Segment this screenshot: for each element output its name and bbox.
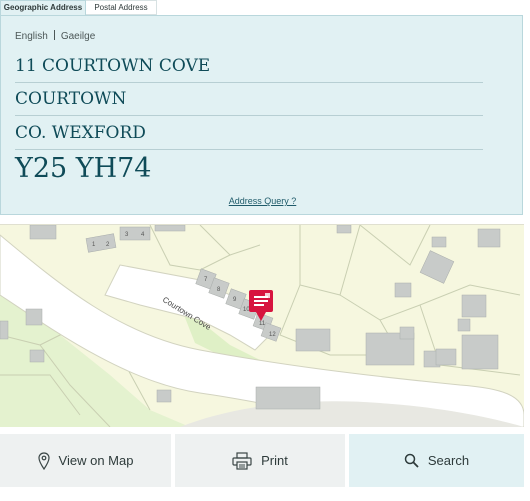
tab-geographic-address[interactable]: Geographic Address	[0, 0, 86, 15]
address-tabs: Geographic Address Postal Address	[0, 0, 530, 15]
map-canvas: 1 2 3 4 7 8 9 10 11 12 Courtown Cove	[0, 225, 524, 427]
map-pin-icon	[37, 451, 50, 470]
view-on-map-button[interactable]: View on Map	[0, 434, 171, 487]
print-label: Print	[261, 453, 288, 468]
view-on-map-label: View on Map	[58, 453, 134, 468]
building-number: 12	[269, 332, 276, 338]
print-button[interactable]: Print	[175, 434, 345, 487]
building-number: 11	[259, 321, 266, 327]
printer-icon	[232, 451, 252, 470]
address-line-2: COURTOWN	[15, 83, 483, 116]
language-divider	[53, 30, 55, 40]
language-english[interactable]: English	[15, 31, 48, 42]
eircode: Y25 YH74	[15, 153, 152, 184]
language-irish[interactable]: Gaeilge	[61, 31, 95, 42]
address-panel: English Gaeilge 11 COURTOWN COVE COURTOWN…	[0, 15, 523, 215]
search-icon	[404, 453, 419, 468]
address-line-3: CO. WEXFORD	[15, 117, 483, 150]
search-button[interactable]: Search	[349, 434, 524, 487]
search-label: Search	[427, 453, 470, 468]
map-view[interactable]: 1 2 3 4 7 8 9 10 11 12 Courtown Cove	[0, 224, 524, 427]
address-line-1: 11 COURTOWN COVE	[15, 50, 483, 83]
language-switch: English Gaeilge	[15, 30, 95, 42]
address-query-link[interactable]: Address Query ?	[1, 196, 524, 206]
tab-postal-address[interactable]: Postal Address	[86, 0, 157, 15]
